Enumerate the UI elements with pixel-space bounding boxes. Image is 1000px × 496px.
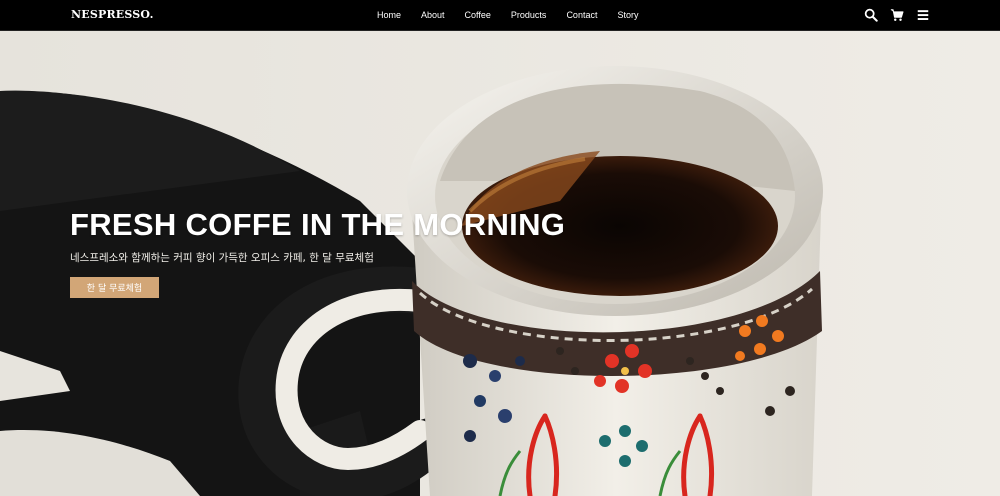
hero-subtitle: 네스프레소와 함께하는 커피 향이 가득한 오피스 카페, 한 달 무료체험: [70, 252, 374, 264]
header-icons: [864, 8, 930, 22]
nav-about[interactable]: About: [421, 10, 445, 20]
menu-icon[interactable]: [916, 8, 930, 22]
site-header: NESPRESSO. Home About Coffee Products Co…: [0, 0, 1000, 31]
cart-icon[interactable]: [890, 8, 904, 22]
nav-story[interactable]: Story: [617, 10, 638, 20]
free-trial-button[interactable]: 한 달 무료체험: [70, 277, 159, 298]
nav-products[interactable]: Products: [511, 10, 547, 20]
nav-home[interactable]: Home: [377, 10, 401, 20]
nav-coffee[interactable]: Coffee: [465, 10, 491, 20]
hero-title: FRESH COFFE IN THE MORNING: [70, 207, 566, 242]
logo[interactable]: NESPRESSO.: [71, 8, 154, 21]
nav-contact[interactable]: Contact: [566, 10, 597, 20]
search-icon[interactable]: [864, 8, 878, 22]
main-nav: Home About Coffee Products Contact Story: [377, 10, 638, 20]
hero-section: FRESH COFFE IN THE MORNING 네스프레소와 함께하는 커…: [0, 31, 1000, 496]
